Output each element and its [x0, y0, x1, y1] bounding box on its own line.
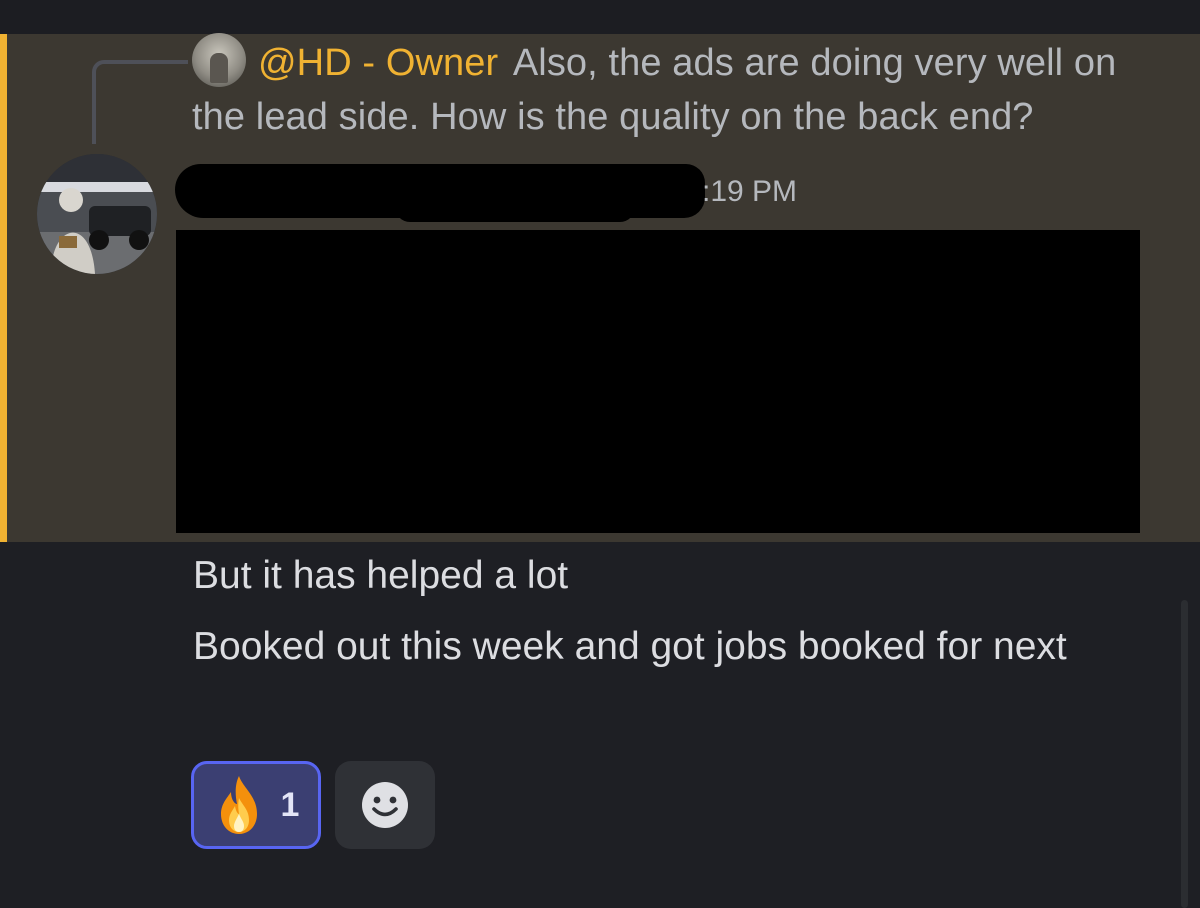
mention-highlight-bar — [0, 34, 7, 542]
message-line-2: Booked out this week and got jobs booked… — [193, 625, 1067, 668]
redacted-content — [176, 230, 1140, 533]
add-reaction-button[interactable] — [335, 761, 435, 849]
reply-author-name[interactable]: @HD - Owner — [258, 42, 498, 84]
reply-connector-line — [92, 60, 188, 144]
message-timestamp: :19 PM — [702, 175, 798, 208]
reaction-count: 1 — [280, 785, 300, 824]
top-bar — [0, 0, 1200, 34]
reactions-bar: 1 — [191, 761, 435, 849]
reply-preview[interactable]: @HD - Owner Also, the ads are doing very… — [192, 36, 1172, 144]
redacted-username — [175, 164, 705, 222]
fire-emoji-icon — [220, 776, 257, 834]
smiley-face-icon — [362, 782, 408, 828]
reaction-fire[interactable]: 1 — [191, 761, 321, 849]
avatar-photo — [37, 154, 157, 274]
scrollbar[interactable] — [1181, 600, 1188, 908]
author-avatar[interactable] — [37, 154, 157, 274]
message-line-1: But it has helped a lot — [193, 554, 569, 597]
